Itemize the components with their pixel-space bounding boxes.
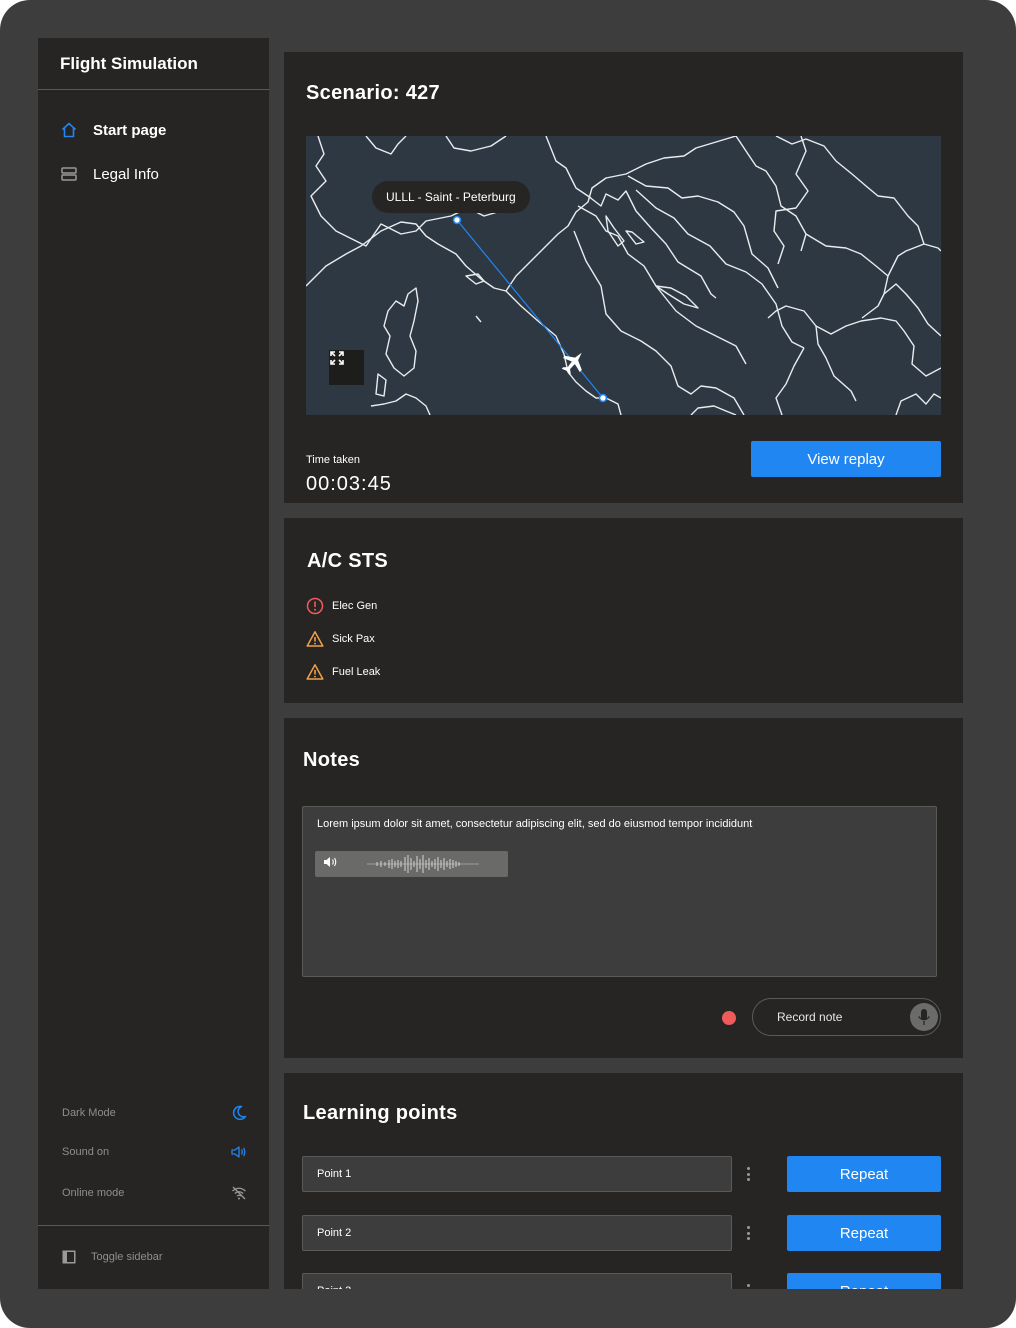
sidebar-divider [38,89,269,90]
status-title: A/C STS [307,550,388,572]
route-map[interactable]: ULLL - Saint - Peterburg [306,136,941,415]
sidebar: Flight Simulation Start page Legal Info … [38,38,269,1289]
learning-points-card: Learning points Point 1 Repeat Point 2 R… [284,1073,963,1289]
learning-point-field[interactable]: Point 2 [302,1215,732,1251]
status-label: Sick Pax [332,633,375,645]
wifi-off-icon[interactable] [230,1184,248,1202]
route-label: ULLL - Saint - Peterburg [372,181,530,213]
scenario-card: Scenario: 427 ULLL - Saint - Peterburg T… [284,52,963,503]
setting-label: Dark Mode [62,1107,116,1119]
microphone-icon [910,1003,938,1031]
sidebar-toggle-icon [62,1250,76,1264]
more-options-icon[interactable] [742,1282,754,1289]
error-icon [306,597,324,615]
map-outline [306,136,941,415]
waveform-icon [367,855,479,873]
notes-title: Notes [303,749,361,771]
record-note-button[interactable]: Record note [752,998,941,1036]
time-taken-label: Time taken [306,454,361,466]
recording-indicator [722,1011,736,1025]
moon-icon[interactable] [230,1104,248,1122]
setting-online-mode: Online mode [62,1183,248,1203]
learning-point-field[interactable]: Point 1 [302,1156,732,1192]
learning-point-field[interactable]: Point 3 [302,1273,732,1289]
expand-map-button[interactable] [329,350,364,385]
warning-icon [306,663,324,681]
sidebar-item-legal-info[interactable]: Legal Info [60,162,159,186]
repeat-button[interactable]: Repeat [787,1215,941,1251]
status-item-fuel-leak: Fuel Leak [306,663,380,681]
more-options-icon[interactable] [742,1224,754,1242]
status-label: Fuel Leak [332,666,381,678]
app-title: Flight Simulation [60,54,198,73]
notes-textarea[interactable]: Lorem ipsum dolor sit amet, consectetur … [302,806,937,977]
record-note-label: Record note [777,1010,843,1024]
app-screen: Flight Simulation Start page Legal Info … [38,38,978,1289]
toggle-sidebar-label: Toggle sidebar [91,1251,163,1263]
learning-title: Learning points [303,1102,458,1124]
device-frame: Flight Simulation Start page Legal Info … [0,0,1016,1328]
repeat-button[interactable]: Repeat [787,1273,941,1289]
setting-sound: Sound on [62,1142,248,1162]
setting-label: Online mode [62,1187,125,1199]
status-label: Elec Gen [332,600,378,612]
status-item-elec-gen: Elec Gen [306,597,377,615]
setting-dark-mode: Dark Mode [62,1103,248,1123]
sidebar-item-label: Start page [93,121,167,139]
view-replay-button[interactable]: View replay [751,441,941,477]
audio-note-player[interactable] [315,851,508,877]
notes-text: Lorem ipsum dolor sit amet, consectetur … [317,818,753,830]
speaker-icon [323,855,341,874]
home-icon [60,121,78,139]
scenario-title: Scenario: 427 [306,82,440,104]
toggle-sidebar-button[interactable]: Toggle sidebar [62,1248,163,1266]
status-item-sick-pax: Sick Pax [306,630,375,648]
repeat-button[interactable]: Repeat [787,1156,941,1192]
aircraft-status-card: A/C STS Elec Gen Sick Pax Fuel Leak [284,518,963,703]
notes-card: Notes Lorem ipsum dolor sit amet, consec… [284,718,963,1058]
setting-label: Sound on [62,1146,110,1158]
time-taken-value: 00:03:45 [306,473,392,495]
more-options-icon[interactable] [742,1165,754,1183]
speaker-icon[interactable] [230,1143,248,1161]
server-icon [60,165,78,183]
sidebar-item-start-page[interactable]: Start page [60,118,166,142]
sidebar-item-label: Legal Info [93,165,159,183]
warning-icon [306,630,324,648]
sidebar-divider [38,1225,269,1226]
